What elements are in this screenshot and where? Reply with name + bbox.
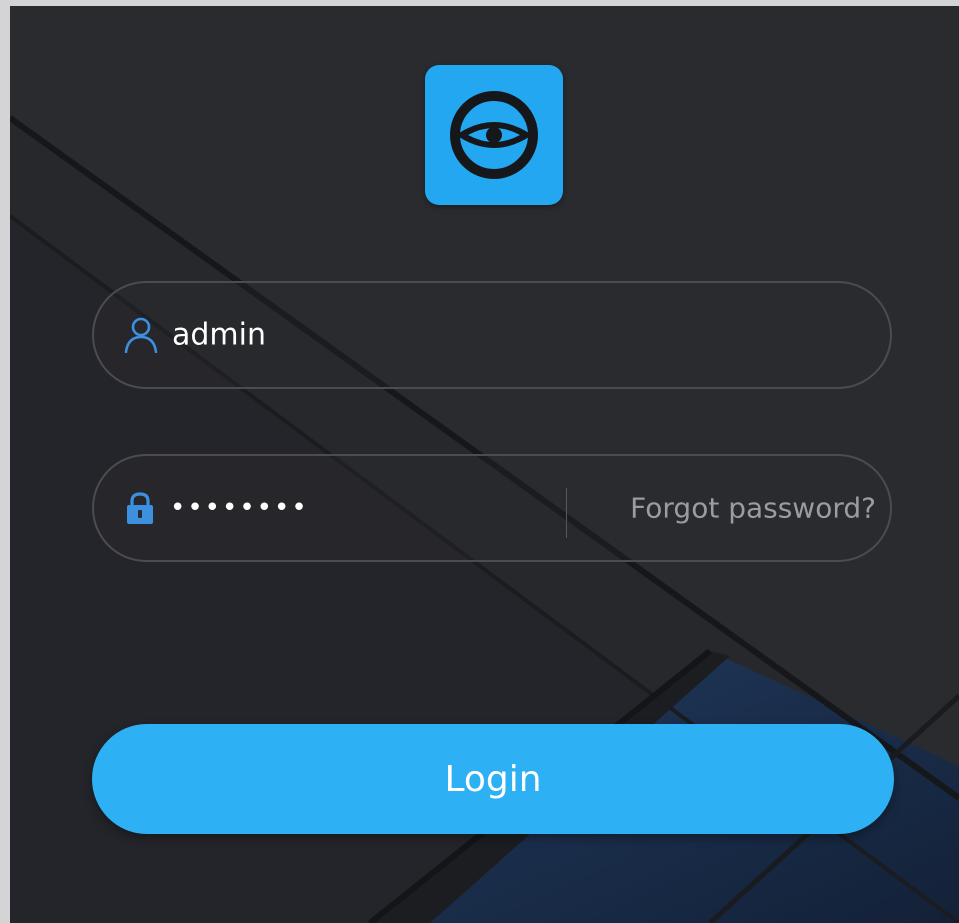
password-field[interactable]: •••••••• Forgot password? <box>92 454 892 562</box>
forgot-password-link[interactable]: Forgot password? <box>630 492 876 525</box>
login-window: •••••••• Forgot password? Login <box>0 0 959 923</box>
username-input[interactable] <box>172 317 532 353</box>
app-logo <box>425 65 563 205</box>
lock-icon <box>124 491 156 525</box>
password-input[interactable]: •••••••• <box>170 493 530 523</box>
login-button[interactable]: Login <box>92 724 894 834</box>
user-icon <box>124 317 158 353</box>
eye-logo-icon <box>450 91 538 179</box>
field-divider <box>566 488 567 538</box>
username-field[interactable] <box>92 281 892 389</box>
